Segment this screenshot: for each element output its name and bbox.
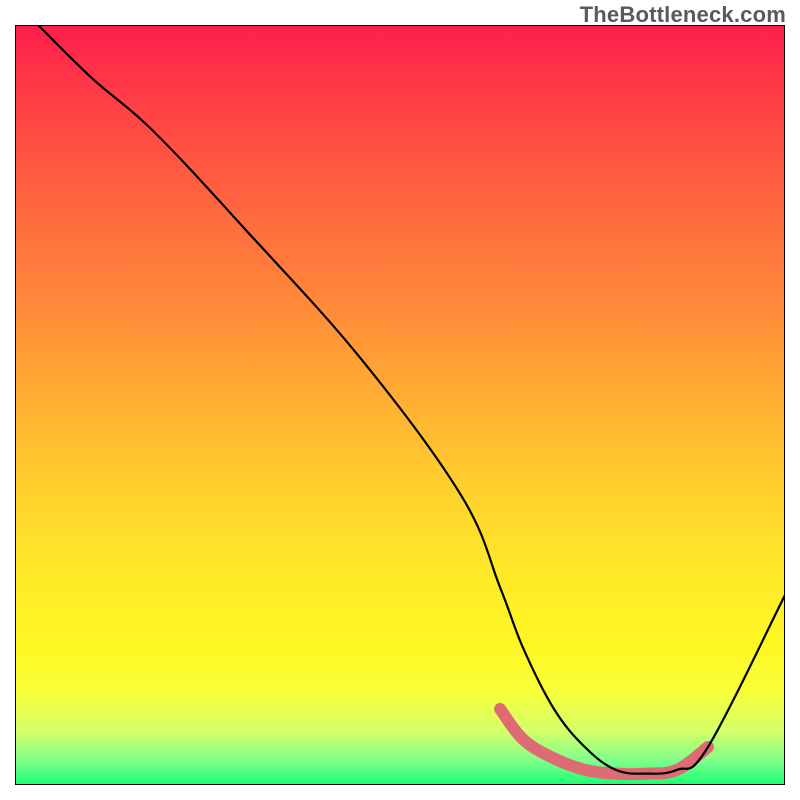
chart-container: TheBottleneck.com xyxy=(0,0,800,800)
plot-area xyxy=(15,25,785,785)
